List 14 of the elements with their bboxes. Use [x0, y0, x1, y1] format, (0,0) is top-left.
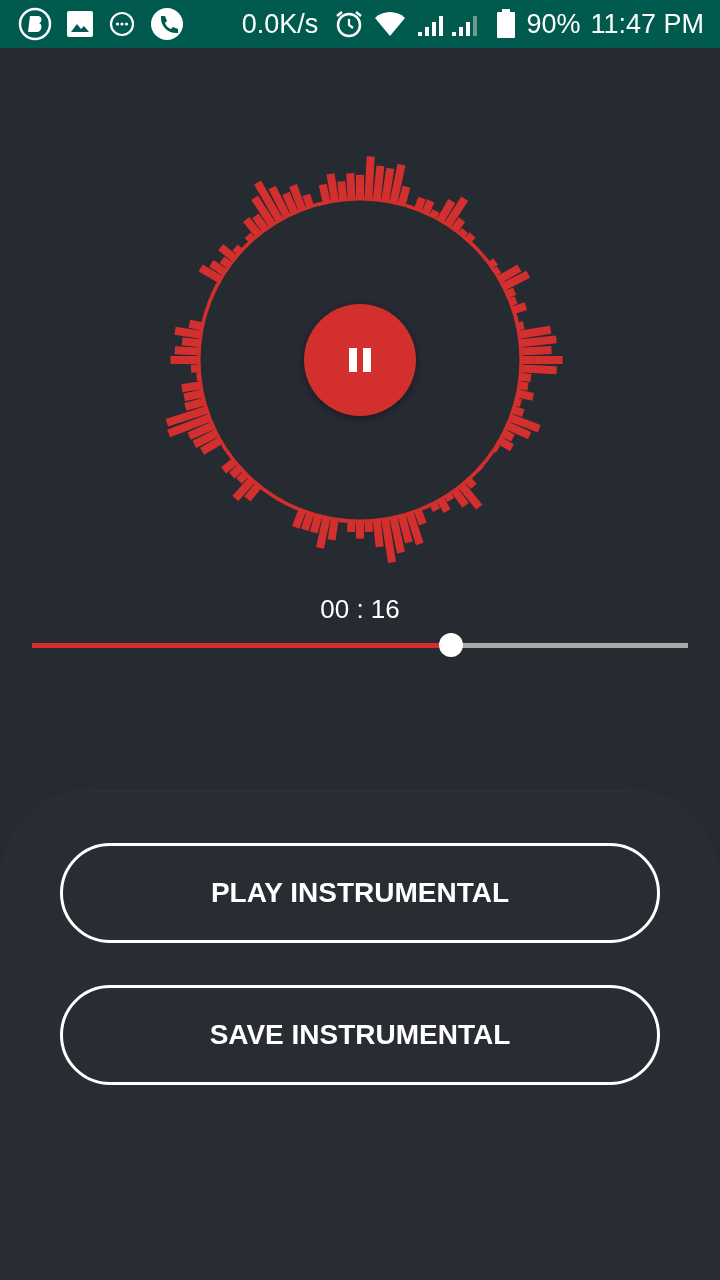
battery-icon — [496, 9, 517, 39]
image-icon — [66, 10, 94, 38]
outline-button[interactable]: SAVE INSTRUMENTAL — [60, 985, 660, 1085]
elapsed-time: 00 : 16 — [320, 594, 400, 625]
wifi-icon — [374, 10, 407, 38]
clock: 11:47 PM — [590, 8, 704, 40]
outline-button[interactable]: PLAY INSTRUMENTAL — [60, 843, 660, 943]
b-app-icon — [18, 7, 52, 41]
network-speed: 0.0K/s — [241, 8, 319, 40]
battery-level: 90% — [526, 8, 581, 40]
seek-thumb[interactable] — [439, 633, 464, 657]
chat-icon — [108, 10, 136, 38]
pause-icon — [347, 347, 373, 373]
phone-icon — [150, 7, 184, 41]
